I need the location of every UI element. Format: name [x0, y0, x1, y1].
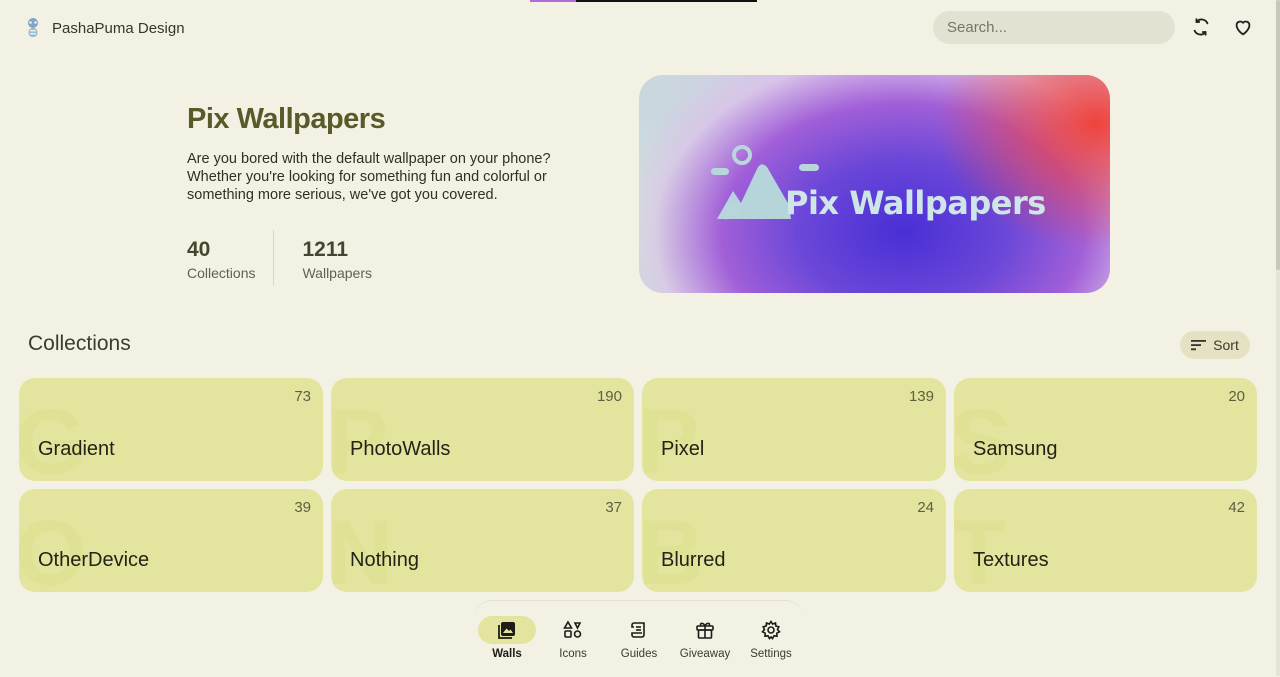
stat-value: 40	[187, 238, 211, 261]
nav-pill	[742, 616, 800, 644]
wallpaper-icon	[498, 622, 515, 639]
hero-banner: Pix Wallpapers	[639, 75, 1110, 293]
collection-name: Blurred	[661, 549, 726, 571]
collection-name: OtherDevice	[38, 549, 150, 571]
nav-pill	[610, 616, 668, 644]
shapes-icon	[563, 620, 582, 638]
stat-value: 1211	[302, 238, 349, 261]
banner-text: Pix Wallpapers	[785, 184, 1046, 222]
scroll-icon	[631, 622, 645, 638]
collection-card-nothing[interactable]: N 37 Nothing	[331, 489, 634, 592]
collection-name: Textures	[973, 549, 1049, 571]
nav-item-walls[interactable]: Walls	[478, 616, 536, 660]
collection-count: 20	[1228, 388, 1245, 405]
nav-item-settings[interactable]: Settings	[742, 616, 800, 660]
collection-card-textures[interactable]: T 42 Textures	[954, 489, 1257, 592]
scrollbar[interactable]	[1276, 0, 1280, 676]
collection-count: 139	[908, 388, 934, 405]
nav-label: Icons	[559, 648, 587, 660]
page-title: Pix Wallpapers	[187, 103, 386, 135]
sort-label: Sort	[1213, 337, 1239, 353]
nav-label: Giveaway	[679, 648, 731, 660]
collection-count: 190	[596, 388, 622, 405]
scrollbar-thumb[interactable]	[1276, 0, 1280, 270]
gift-icon	[696, 622, 714, 639]
nav-label: Settings	[750, 648, 792, 660]
collection-name: Samsung	[973, 438, 1058, 460]
search-input[interactable]	[933, 11, 1175, 44]
collection-count: 24	[917, 499, 934, 516]
raccoon-logo-icon	[28, 18, 38, 37]
collection-name: Gradient	[38, 438, 115, 460]
stat-collections: 40 Collections	[187, 230, 275, 286]
stat-label: Collections	[187, 265, 256, 281]
collections-grid: G 73 Gradient P 190 PhotoWalls P 139 Pix…	[19, 378, 1259, 592]
heart-icon	[1235, 20, 1251, 36]
stat-wallpapers: 1211 Wallpapers	[274, 230, 372, 286]
hero-description: Are you bored with the default wallpaper…	[187, 151, 551, 203]
brand-name: PashaPuma Design	[52, 19, 185, 37]
top-progress-accent	[530, 0, 576, 2]
collection-name: PhotoWalls	[350, 438, 451, 460]
nav-pill	[544, 616, 602, 644]
collection-card-photowalls[interactable]: P 190 PhotoWalls	[331, 378, 634, 481]
sync-button[interactable]	[1188, 14, 1214, 40]
collection-count: 42	[1228, 499, 1245, 516]
favorites-button[interactable]	[1230, 14, 1256, 40]
collection-name: Pixel	[661, 438, 705, 460]
collection-count: 37	[605, 499, 622, 516]
stats: 40 Collections 1211 Wallpapers	[187, 230, 372, 286]
sort-icon	[1191, 340, 1207, 351]
collection-card-samsung[interactable]: S 20 Samsung	[954, 378, 1257, 481]
brand[interactable]: PashaPuma Design	[24, 17, 185, 39]
nav-pill	[676, 616, 734, 644]
collections-heading: Collections	[28, 332, 131, 355]
collection-count: 73	[294, 388, 311, 405]
nav-label: Walls	[492, 648, 522, 660]
sort-button[interactable]: Sort	[1180, 331, 1250, 359]
sync-icon	[1193, 18, 1209, 36]
nav-label: Guides	[620, 648, 658, 660]
bottom-navigation: Walls Icons Guides Giveaway Settings	[474, 600, 804, 677]
stat-label: Wallpapers	[302, 265, 372, 281]
collection-card-pixel[interactable]: P 139 Pixel	[642, 378, 946, 481]
nav-item-giveaway[interactable]: Giveaway	[676, 616, 734, 660]
collection-card-blurred[interactable]: B 24 Blurred	[642, 489, 946, 592]
gear-icon	[761, 620, 781, 640]
nav-active-indicator	[478, 616, 536, 644]
collection-card-gradient[interactable]: G 73 Gradient	[19, 378, 323, 481]
collection-card-otherdevice[interactable]: O 39 OtherDevice	[19, 489, 323, 592]
nav-item-icons[interactable]: Icons	[544, 616, 602, 660]
collection-name: Nothing	[350, 549, 419, 571]
top-progress-strip	[530, 0, 757, 2]
collection-count: 39	[294, 499, 311, 516]
nav-item-guides[interactable]: Guides	[610, 616, 668, 660]
